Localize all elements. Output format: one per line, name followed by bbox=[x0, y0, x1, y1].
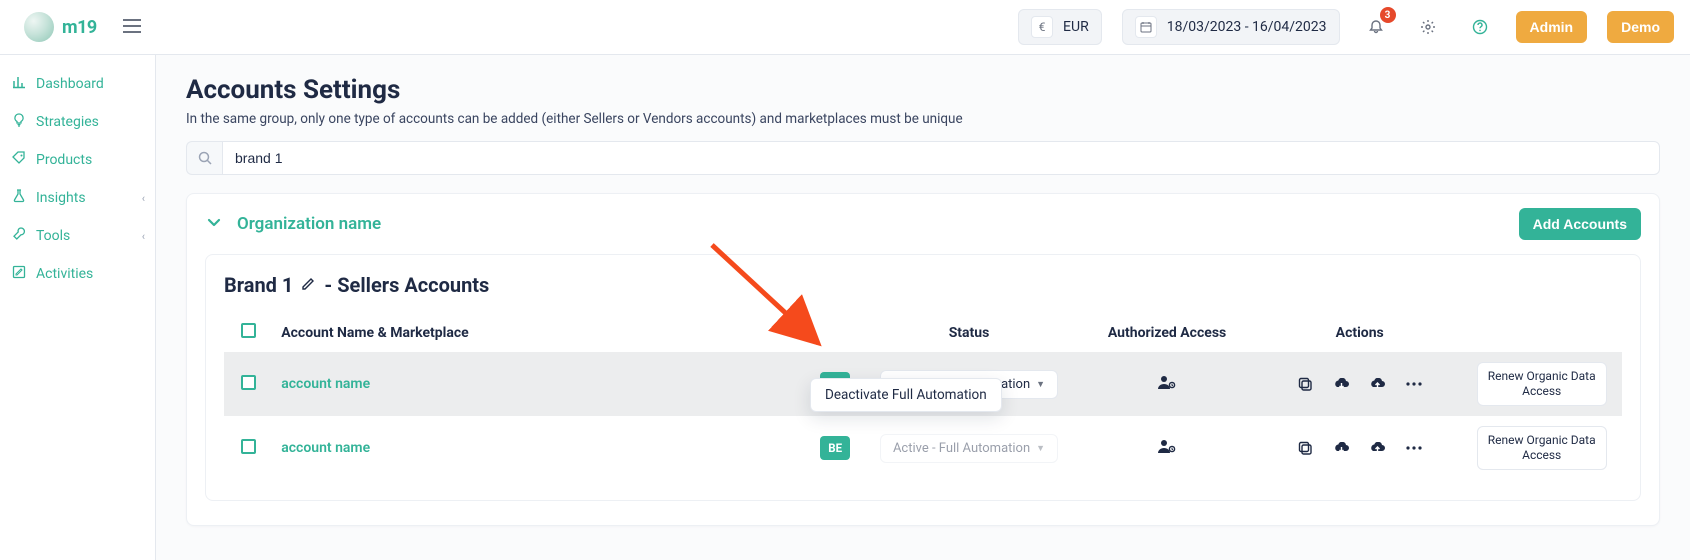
edit-square-icon bbox=[12, 265, 26, 283]
flask-icon bbox=[12, 189, 26, 207]
cloud-up-icon[interactable] bbox=[1363, 369, 1393, 399]
search-bar bbox=[186, 141, 1660, 175]
organization-card: Organization name Add Accounts Brand 1 -… bbox=[186, 193, 1660, 526]
select-all-checkbox[interactable] bbox=[241, 323, 256, 338]
authorized-access-icon[interactable] bbox=[1157, 442, 1177, 458]
organization-name: Organization name bbox=[237, 214, 381, 234]
settings-button[interactable] bbox=[1412, 11, 1444, 43]
sidebar-item-activities[interactable]: Activities bbox=[0, 255, 155, 293]
sidebar-item-strategies[interactable]: Strategies bbox=[0, 103, 155, 141]
brand-title-row: Brand 1 - Sellers Accounts bbox=[224, 273, 1622, 297]
sidebar-item-dashboard[interactable]: Dashboard bbox=[0, 65, 155, 103]
sidebar-item-insights[interactable]: Insights ‹ bbox=[0, 179, 155, 217]
table-row: account name BE Active - Full Automation… bbox=[224, 416, 1622, 480]
help-button[interactable] bbox=[1464, 11, 1496, 43]
col-header-access: Authorized Access bbox=[1076, 313, 1258, 352]
col-header-status: Status bbox=[862, 313, 1076, 352]
table-header-row: Account Name & Marketplace Status Author… bbox=[224, 313, 1622, 352]
demo-button[interactable]: Demo bbox=[1607, 11, 1674, 43]
tag-icon bbox=[12, 151, 26, 169]
page-subtitle: In the same group, only one type of acco… bbox=[186, 111, 1660, 127]
status-dropdown[interactable]: Active - Full Automation ▼ bbox=[880, 434, 1058, 463]
logo-orb-icon bbox=[24, 12, 54, 42]
hamburger-icon[interactable] bbox=[117, 11, 147, 44]
admin-button[interactable]: Admin bbox=[1516, 11, 1588, 43]
account-name-link[interactable]: account name bbox=[281, 440, 370, 456]
chevron-down-icon[interactable] bbox=[205, 213, 223, 235]
status-label: Active - Full Automation bbox=[893, 441, 1030, 456]
cloud-up-icon[interactable] bbox=[1363, 433, 1393, 463]
pencil-icon[interactable] bbox=[301, 276, 316, 295]
sidebar-item-products[interactable]: Products bbox=[0, 141, 155, 179]
organization-header: Organization name Add Accounts bbox=[205, 208, 1641, 240]
marketplace-flag: BE bbox=[820, 436, 850, 460]
chart-icon bbox=[12, 75, 26, 93]
account-name-link[interactable]: account name bbox=[281, 376, 370, 392]
page-title: Accounts Settings bbox=[186, 75, 1660, 105]
daterange-label: 18/03/2023 - 16/04/2023 bbox=[1167, 19, 1327, 35]
sidebar-item-label: Tools bbox=[36, 228, 70, 244]
renew-organic-access-button[interactable]: Renew Organic Data Access bbox=[1477, 362, 1607, 406]
calendar-icon bbox=[1135, 16, 1157, 38]
col-header-actions: Actions bbox=[1258, 313, 1461, 352]
brand-logo[interactable]: m19 bbox=[24, 12, 97, 42]
actions-group bbox=[1291, 433, 1429, 463]
copy-icon[interactable] bbox=[1291, 433, 1321, 463]
brand-section-suffix: - Sellers Accounts bbox=[324, 273, 489, 297]
cloud-down-icon[interactable] bbox=[1327, 433, 1357, 463]
copy-icon[interactable] bbox=[1291, 369, 1321, 399]
sidebar-item-label: Strategies bbox=[36, 114, 99, 130]
renew-organic-access-button[interactable]: Renew Organic Data Access bbox=[1477, 426, 1607, 470]
euro-icon: € bbox=[1031, 16, 1053, 38]
sidebar-item-tools[interactable]: Tools ‹ bbox=[0, 217, 155, 255]
currency-label: EUR bbox=[1063, 19, 1089, 35]
daterange-selector[interactable]: 18/03/2023 - 16/04/2023 bbox=[1122, 9, 1340, 45]
brand-name: m19 bbox=[62, 17, 97, 38]
lightbulb-icon bbox=[12, 113, 26, 131]
authorized-access-icon[interactable] bbox=[1157, 378, 1177, 394]
caret-down-icon: ▼ bbox=[1036, 443, 1045, 454]
brand-name: Brand 1 bbox=[224, 273, 293, 297]
row-checkbox[interactable] bbox=[241, 439, 256, 454]
sidebar-item-label: Activities bbox=[36, 266, 93, 282]
sidebar-item-label: Products bbox=[36, 152, 92, 168]
actions-group bbox=[1291, 369, 1429, 399]
wrench-icon bbox=[12, 227, 26, 245]
top-bar: m19 € EUR 18/03/2023 - 16/04/2023 3 Admi… bbox=[0, 0, 1690, 55]
notifications-badge: 3 bbox=[1380, 7, 1396, 23]
add-accounts-button[interactable]: Add Accounts bbox=[1519, 208, 1641, 240]
sidebar-item-label: Insights bbox=[36, 190, 86, 206]
status-dropdown-menu: Deactivate Full Automation bbox=[810, 378, 1002, 412]
notifications-button[interactable]: 3 bbox=[1360, 11, 1392, 43]
more-icon[interactable] bbox=[1399, 433, 1429, 463]
caret-down-icon: ▼ bbox=[1036, 379, 1045, 390]
row-checkbox[interactable] bbox=[241, 375, 256, 390]
sidebar: Dashboard Strategies Products Insights ‹… bbox=[0, 55, 156, 560]
main-content: Accounts Settings In the same group, onl… bbox=[156, 55, 1690, 560]
search-icon bbox=[186, 141, 222, 175]
more-icon[interactable] bbox=[1399, 369, 1429, 399]
cloud-down-icon[interactable] bbox=[1327, 369, 1357, 399]
chevron-left-icon: ‹ bbox=[142, 192, 145, 205]
currency-selector[interactable]: € EUR bbox=[1018, 9, 1102, 45]
status-dropdown-option[interactable]: Deactivate Full Automation bbox=[825, 387, 987, 403]
col-header-name: Account Name & Marketplace bbox=[273, 313, 808, 352]
chevron-left-icon: ‹ bbox=[142, 230, 145, 243]
search-input[interactable] bbox=[222, 141, 1660, 175]
sidebar-item-label: Dashboard bbox=[36, 76, 104, 92]
